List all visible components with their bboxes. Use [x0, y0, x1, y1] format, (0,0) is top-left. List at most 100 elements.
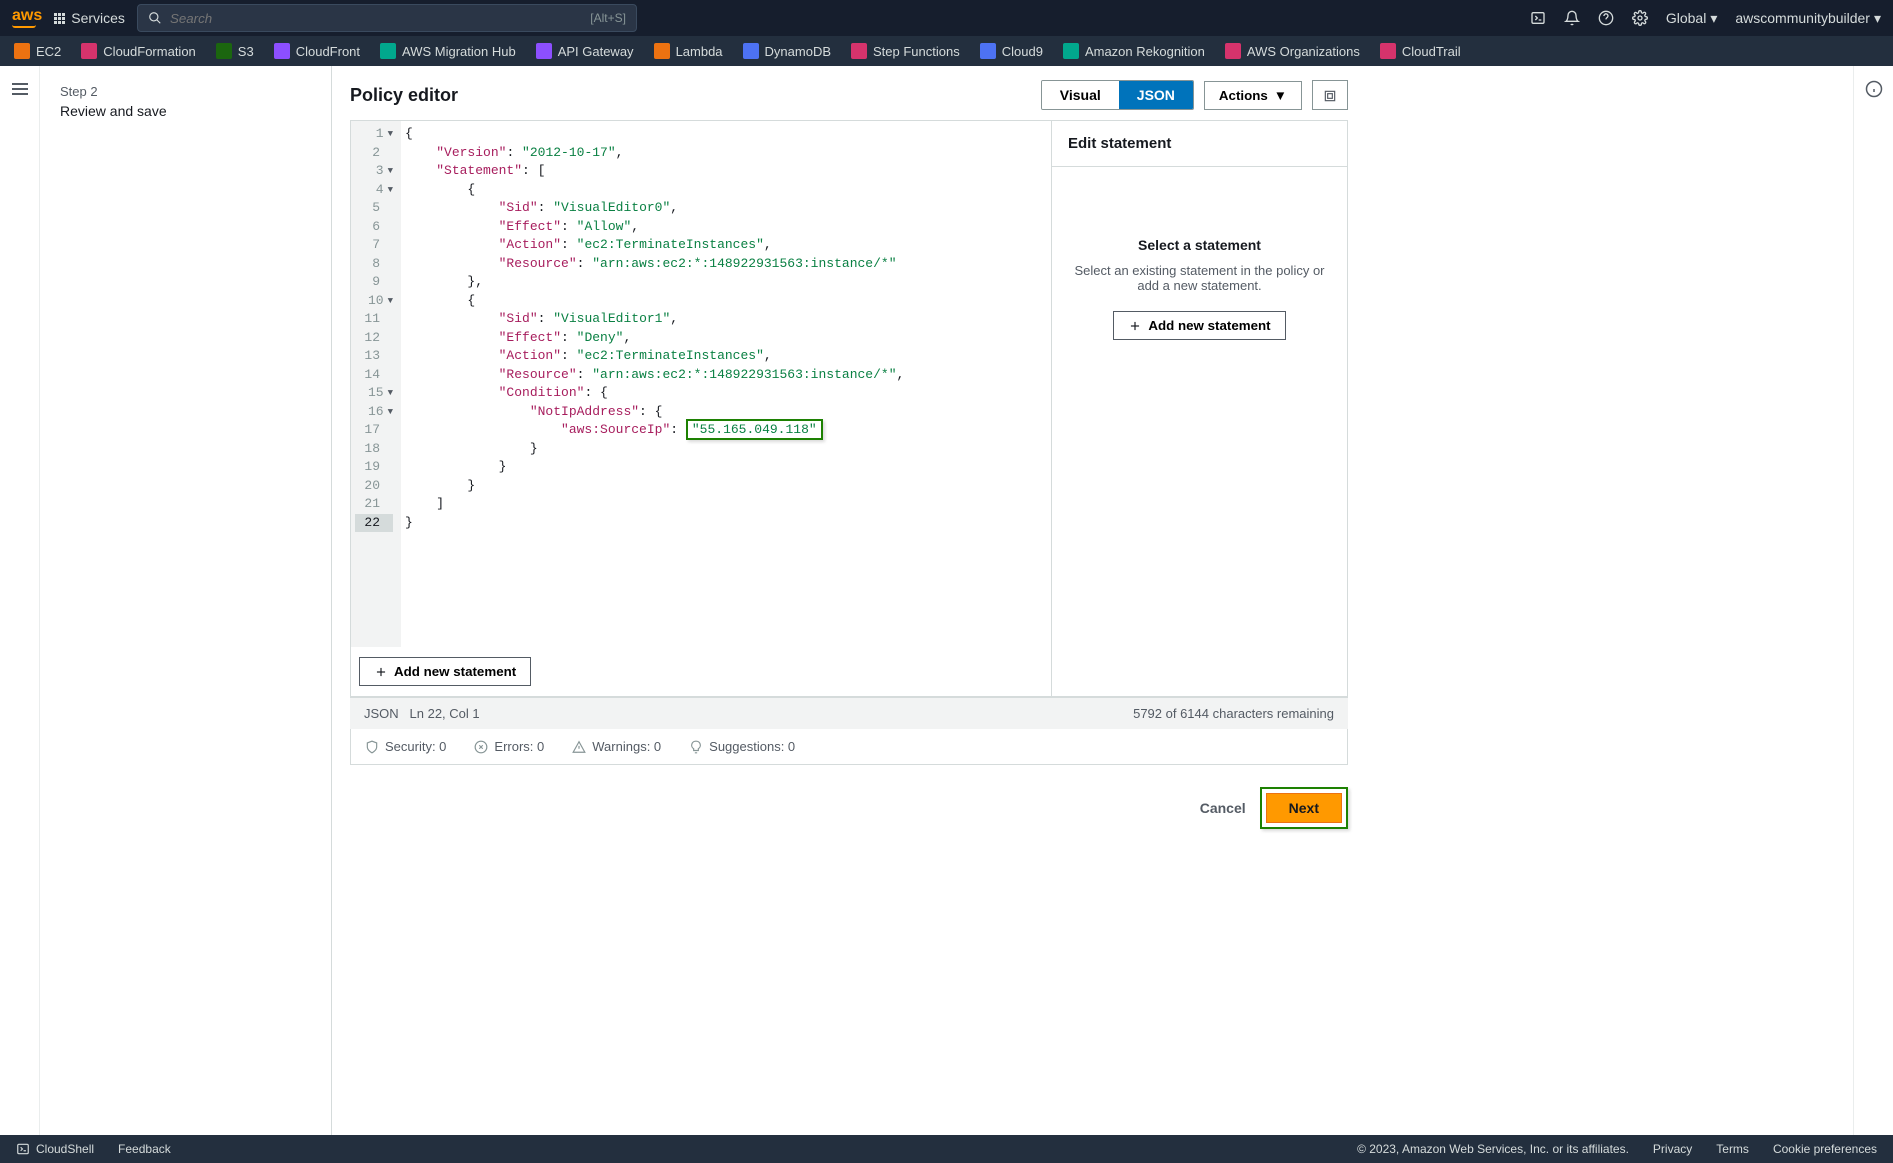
- gutter-line: 6: [355, 218, 393, 237]
- service-label: CloudTrail: [1402, 44, 1461, 59]
- service-link-lambda[interactable]: Lambda: [654, 43, 723, 59]
- add-statement-button[interactable]: Add new statement: [359, 657, 531, 686]
- left-nav-toggle[interactable]: [0, 66, 40, 1135]
- fold-caret-icon[interactable]: ▼: [388, 125, 393, 144]
- edit-statement-panel: Edit statement Select a statement Select…: [1051, 121, 1347, 696]
- search-shortcut: [Alt+S]: [590, 11, 626, 25]
- chevron-down-icon: ▼: [1274, 88, 1287, 103]
- fold-caret-icon[interactable]: ▼: [388, 403, 393, 422]
- code-line: "Sid": "VisualEditor1",: [401, 310, 1051, 329]
- fold-caret-icon[interactable]: ▼: [388, 384, 393, 403]
- service-link-cloud9[interactable]: Cloud9: [980, 43, 1043, 59]
- service-label: DynamoDB: [765, 44, 831, 59]
- plus-icon: [1128, 319, 1142, 333]
- code-line: {: [401, 292, 1051, 311]
- code-line: "Resource": "arn:aws:ec2:*:148922931563:…: [401, 255, 1051, 274]
- code-line: "Condition": {: [401, 384, 1051, 403]
- service-link-dynamodb[interactable]: DynamoDB: [743, 43, 831, 59]
- hamburger-icon: [12, 80, 28, 1135]
- status-position: Ln 22, Col 1: [410, 706, 480, 721]
- service-link-cloudformation[interactable]: CloudFormation: [81, 43, 196, 59]
- service-link-cloudtrail[interactable]: CloudTrail: [1380, 43, 1461, 59]
- highlighted-ip: "55.165.049.118": [686, 419, 823, 440]
- service-link-s3[interactable]: S3: [216, 43, 254, 59]
- aws-logo[interactable]: aws: [12, 8, 42, 28]
- code-editor[interactable]: 1▼23▼4▼5678910▼1112131415▼16▼17181920212…: [351, 121, 1051, 647]
- settings-icon[interactable]: [1632, 10, 1648, 26]
- security-status: Security: 0: [365, 739, 446, 754]
- gutter: 1▼23▼4▼5678910▼1112131415▼16▼17181920212…: [351, 121, 401, 647]
- gutter-line: 11: [355, 310, 393, 329]
- services-label: Services: [71, 10, 125, 26]
- editor-mode-toggle: Visual JSON: [1041, 80, 1194, 110]
- cancel-button[interactable]: Cancel: [1200, 800, 1246, 816]
- code-line: {: [401, 125, 1051, 144]
- gutter-line: 7: [355, 236, 393, 255]
- code-line: "Resource": "arn:aws:ec2:*:148922931563:…: [401, 366, 1051, 385]
- expand-button[interactable]: [1312, 80, 1348, 109]
- gutter-line: 8: [355, 255, 393, 274]
- user-menu[interactable]: awscommunitybuilder ▾: [1735, 10, 1881, 27]
- privacy-link[interactable]: Privacy: [1653, 1142, 1692, 1156]
- add-statement-label: Add new statement: [394, 664, 516, 679]
- status-mode: JSON: [364, 706, 399, 721]
- errors-status: Errors: 0: [474, 739, 544, 754]
- gutter-line: 3▼: [355, 162, 393, 181]
- cookies-link[interactable]: Cookie preferences: [1773, 1142, 1877, 1156]
- service-icon: [536, 43, 552, 59]
- info-icon: [1865, 80, 1883, 98]
- search-box[interactable]: [Alt+S]: [137, 4, 637, 32]
- service-link-ec2[interactable]: EC2: [14, 43, 61, 59]
- service-link-step-functions[interactable]: Step Functions: [851, 43, 960, 59]
- notifications-icon[interactable]: [1564, 10, 1580, 26]
- service-link-cloudfront[interactable]: CloudFront: [274, 43, 360, 59]
- region-selector[interactable]: Global ▾: [1666, 10, 1718, 27]
- user-label: awscommunitybuilder: [1735, 10, 1870, 26]
- status-bar-position: JSON Ln 22, Col 1 5792 of 6144 character…: [350, 697, 1348, 729]
- fold-caret-icon[interactable]: ▼: [388, 292, 393, 311]
- search-icon: [148, 11, 162, 25]
- service-link-amazon-rekognition[interactable]: Amazon Rekognition: [1063, 43, 1205, 59]
- service-link-aws-migration-hub[interactable]: AWS Migration Hub: [380, 43, 516, 59]
- step-title: Review and save: [60, 103, 311, 119]
- gutter-line: 21: [355, 495, 393, 514]
- gutter-line: 15▼: [355, 384, 393, 403]
- code-line: }: [401, 458, 1051, 477]
- service-link-aws-organizations[interactable]: AWS Organizations: [1225, 43, 1360, 59]
- next-button[interactable]: Next: [1266, 793, 1342, 823]
- cloudshell-icon: [16, 1142, 30, 1156]
- terms-link[interactable]: Terms: [1716, 1142, 1749, 1156]
- info-panel-toggle[interactable]: [1853, 66, 1893, 1135]
- fold-caret-icon[interactable]: ▼: [388, 162, 393, 181]
- add-statement-side-button[interactable]: Add new statement: [1113, 311, 1285, 340]
- plus-icon: [374, 665, 388, 679]
- gutter-line: 4▼: [355, 181, 393, 200]
- service-label: EC2: [36, 44, 61, 59]
- code-line: }: [401, 440, 1051, 459]
- service-label: Lambda: [676, 44, 723, 59]
- add-statement-side-label: Add new statement: [1148, 318, 1270, 333]
- header-icons: Global ▾ awscommunitybuilder ▾: [1530, 10, 1881, 27]
- cloudshell-icon[interactable]: [1530, 10, 1546, 26]
- chars-remaining: 5792 of 6144 characters remaining: [1133, 706, 1334, 721]
- service-icon: [743, 43, 759, 59]
- grid-icon: [54, 13, 65, 24]
- editor-header: Policy editor Visual JSON Actions ▼: [350, 66, 1348, 120]
- search-input[interactable]: [170, 11, 582, 26]
- code-line: ]: [401, 495, 1051, 514]
- side-panel-title: Select a statement: [1138, 237, 1261, 253]
- service-icon: [380, 43, 396, 59]
- services-menu[interactable]: Services: [54, 10, 125, 26]
- feedback-link[interactable]: Feedback: [118, 1142, 171, 1156]
- visual-toggle[interactable]: Visual: [1042, 81, 1119, 109]
- json-toggle[interactable]: JSON: [1119, 81, 1193, 109]
- help-icon[interactable]: [1598, 10, 1614, 26]
- chevron-down-icon: ▾: [1710, 10, 1717, 27]
- actions-dropdown[interactable]: Actions ▼: [1204, 81, 1302, 110]
- fold-caret-icon[interactable]: ▼: [388, 181, 393, 200]
- code-line: "Effect": "Deny",: [401, 329, 1051, 348]
- cloudshell-link[interactable]: CloudShell: [16, 1142, 94, 1156]
- next-button-highlight: Next: [1260, 787, 1348, 829]
- copyright: © 2023, Amazon Web Services, Inc. or its…: [1357, 1142, 1629, 1156]
- service-link-api-gateway[interactable]: API Gateway: [536, 43, 634, 59]
